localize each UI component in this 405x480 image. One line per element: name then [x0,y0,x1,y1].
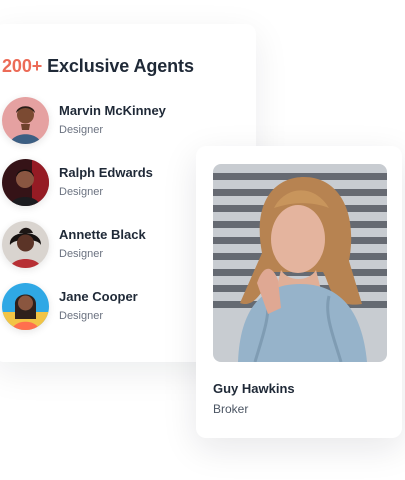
avatar [2,159,49,206]
agent-role: Designer [59,186,104,198]
woman-portrait-photo [213,164,387,362]
featured-agent-role: Broker [213,402,249,416]
agent-name: Ralph Edwards [59,165,153,180]
agents-title: 200+ Exclusive Agents [2,56,194,77]
avatar [2,97,49,144]
featured-agent-photo [213,164,387,362]
agent-name: Annette Black [59,227,146,242]
man-portrait-icon [2,97,49,144]
agent-list-item[interactable]: Marvin McKinney Designer [2,97,242,147]
featured-agent-card[interactable]: Guy Hawkins Broker [196,146,402,438]
agents-count: 200+ [2,56,43,76]
featured-agent-name: Guy Hawkins [213,381,295,396]
agent-role: Designer [59,124,104,136]
agents-title-text: Exclusive Agents [47,56,194,76]
agent-name: Jane Cooper [59,289,138,304]
avatar [2,283,49,330]
agent-name: Marvin McKinney [59,103,166,118]
agent-role: Designer [59,248,104,260]
avatar [2,221,49,268]
agent-role: Designer [59,310,104,322]
person-portrait-icon [2,221,49,268]
man-portrait-icon [2,159,49,206]
woman-portrait-icon [2,283,49,330]
